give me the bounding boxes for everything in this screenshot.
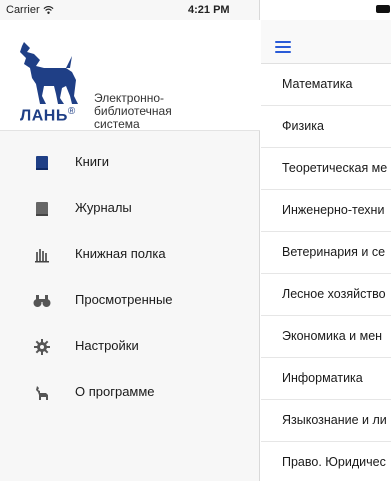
menu-item-label: Просмотренные [75, 292, 173, 307]
list-item[interactable]: Языкознание и ли [261, 400, 391, 442]
list-item[interactable]: Инженерно-техни [261, 190, 391, 232]
subject-label: Физика [282, 119, 324, 133]
binoculars-icon [33, 292, 51, 310]
menu-item-about[interactable]: О программе [0, 370, 260, 416]
tagline-line-3: система [94, 117, 140, 131]
subject-label: Ветеринария и се [282, 245, 386, 259]
list-item[interactable]: Лесное хозяйство [261, 274, 391, 316]
gear-icon [33, 338, 51, 356]
list-item[interactable]: Информатика [261, 358, 391, 400]
wifi-icon [43, 5, 54, 14]
bookshelf-icon [33, 246, 51, 264]
hamburger-menu-icon[interactable] [275, 41, 291, 53]
menu-item-viewed[interactable]: Просмотренные [0, 278, 260, 324]
menu-item-settings[interactable]: Настройки [0, 324, 260, 370]
logo-wordmark: ЛАНЬ® [20, 106, 76, 125]
deer-icon [33, 384, 51, 402]
list-item[interactable]: Экономика и мен [261, 316, 391, 358]
menu-item-label: О программе [75, 384, 155, 399]
logo-text: ЛАНЬ [20, 107, 68, 125]
top-navbar [261, 20, 391, 64]
list-item[interactable]: Теоретическая ме [261, 148, 391, 190]
menu-item-books[interactable]: Книги [0, 140, 260, 186]
status-time: 4:21 PM [188, 4, 230, 16]
subject-label: Теоретическая ме [282, 161, 388, 175]
book-icon [33, 154, 51, 172]
brand-tagline: Электронно- библиотечная система [94, 92, 172, 131]
menu-item-label: Журналы [75, 200, 132, 215]
subject-label: Инженерно-техни [282, 203, 385, 217]
carrier-indicator: Carrier [6, 4, 54, 16]
list-item[interactable]: Физика [261, 106, 391, 148]
menu-item-label: Книжная полка [75, 246, 166, 261]
status-bar: Carrier 4:21 PM [0, 0, 260, 20]
subject-label: Информатика [282, 371, 363, 385]
brand-header: ЛАНЬ® Электронно- библиотечная система [0, 20, 260, 131]
subject-label: Экономика и мен [282, 329, 383, 343]
subject-label: Лесное хозяйство [282, 287, 386, 301]
list-item[interactable]: Право. Юридичес [261, 442, 391, 481]
battery-icon [376, 5, 390, 13]
journal-icon [33, 200, 51, 218]
menu-item-label: Настройки [75, 338, 139, 353]
subject-label: Право. Юридичес [282, 455, 386, 469]
carrier-label: Carrier [6, 4, 40, 16]
menu-item-bookshelf[interactable]: Книжная полка [0, 232, 260, 278]
subject-label: Языкознание и ли [282, 413, 387, 427]
side-drawer: Carrier 4:21 PM ЛАНЬ® Электронно- библио… [0, 0, 260, 481]
subjects-pane: Математика Физика Теоретическая ме Инжен… [261, 0, 391, 481]
registered-mark: ® [67, 106, 76, 117]
list-item[interactable]: Ветеринария и се [261, 232, 391, 274]
subject-label: Математика [282, 77, 353, 91]
list-item[interactable]: Математика [261, 64, 391, 106]
menu-item-label: Книги [75, 154, 110, 169]
menu-item-journals[interactable]: Журналы [0, 186, 260, 232]
lan-deer-logo-icon [20, 42, 78, 104]
